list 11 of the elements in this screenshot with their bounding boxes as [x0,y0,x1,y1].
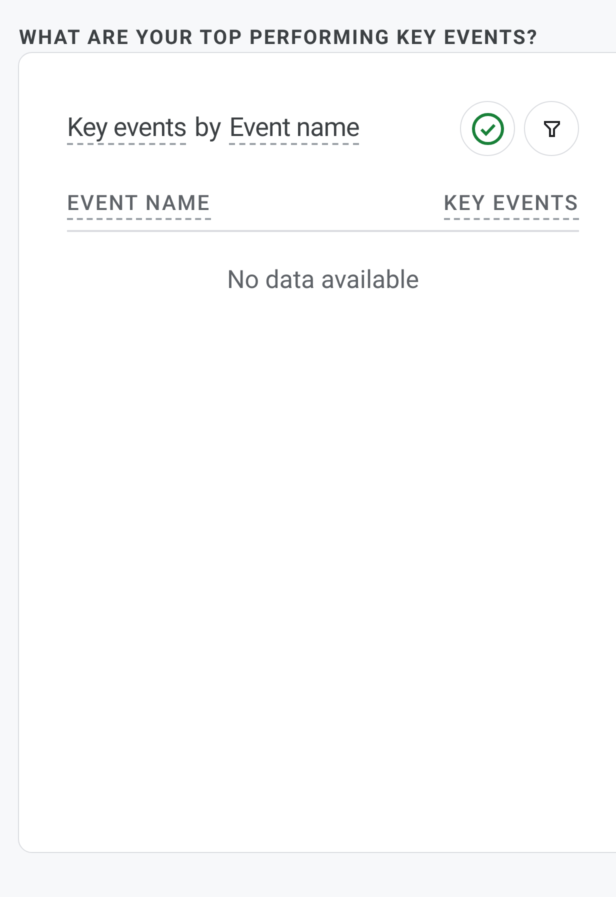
section-title: WHAT ARE YOUR TOP PERFORMING KEY EVENTS? [19,26,540,48]
check-circle-icon [470,112,504,146]
filter-icon [542,120,560,138]
column-header[interactable]: KEY EVENTS [444,190,579,220]
empty-message: No data available [226,265,420,297]
dimension-label[interactable]: Event name [229,112,360,144]
connector-text: by [194,112,222,144]
column-header[interactable]: EVENT NAME [67,190,211,220]
status-button[interactable] [460,101,515,156]
filter-button[interactable] [524,101,579,156]
metric-label[interactable]: Key events [67,112,186,144]
